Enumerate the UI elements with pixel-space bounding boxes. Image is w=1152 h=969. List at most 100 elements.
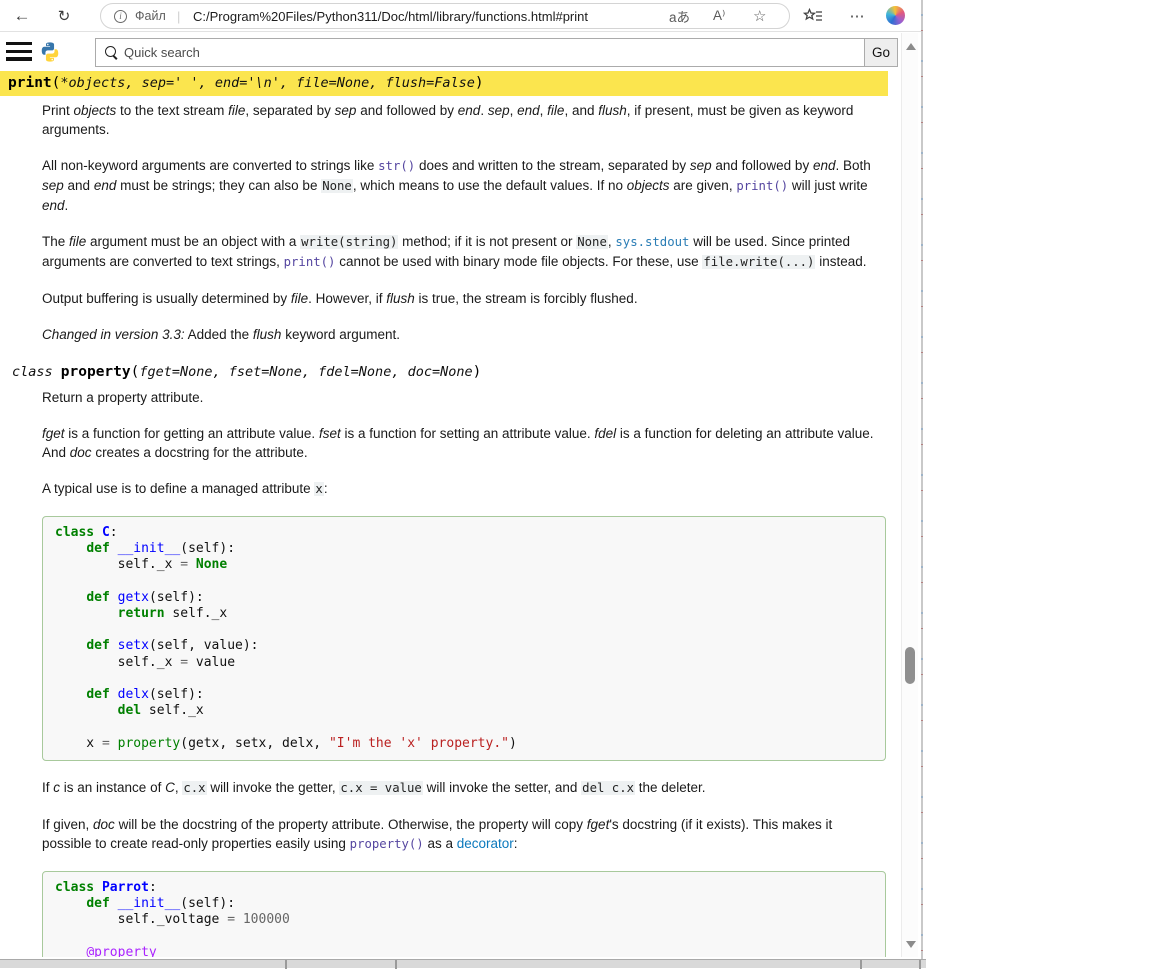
text-run: c.x = value [339, 781, 422, 795]
text-run: and followed by [712, 158, 813, 173]
doc-content: print(*objects, sep=' ', end='\n', file=… [0, 71, 901, 957]
scrollbar-thumb[interactable] [905, 647, 915, 684]
code-line [55, 622, 873, 638]
scrollbar-down-icon[interactable] [906, 941, 916, 948]
text-run: = [102, 736, 110, 751]
text-run: setx [118, 638, 149, 653]
address-bar[interactable]: i Файл | C:/Program%20Files/Python311/Do… [100, 3, 790, 29]
code-line: def __init__(self): [55, 896, 873, 912]
text-run: sep [488, 103, 510, 118]
code-line [55, 574, 873, 590]
text-run: c [53, 780, 60, 795]
text-run: class [12, 364, 61, 380]
page-info-icon[interactable]: i [114, 4, 127, 28]
menu-icon[interactable] [6, 42, 32, 62]
text-run [235, 912, 243, 927]
property-paragraph-5: If given, doc will be the docstring of t… [42, 815, 885, 854]
code-line: self._voltage = 100000 [55, 912, 873, 928]
favorites-star-lines-icon [803, 8, 823, 24]
text-run: . However, if [308, 291, 386, 306]
text-run: flush [386, 291, 415, 306]
text-run [55, 638, 86, 653]
favorite-star-icon[interactable]: ☆ [753, 4, 766, 28]
text-run: fset [319, 426, 341, 441]
text-run: , and [564, 103, 598, 118]
text-run: (self): [180, 896, 235, 911]
property-paragraph-2: fget is a function for getting an attrib… [42, 424, 885, 462]
code-line [55, 928, 873, 944]
text-run: def [86, 638, 109, 653]
page-scrollbar[interactable] [901, 33, 918, 957]
text-run: will invoke the setter, and [423, 780, 581, 795]
text-run: flush [598, 103, 627, 118]
text-run: 100000 [243, 912, 290, 927]
text-run: . Both [835, 158, 870, 173]
text-run [94, 525, 102, 540]
text-run: file [69, 234, 86, 249]
print-signature: print(*objects, sep=' ', end='\n', file=… [0, 71, 888, 96]
text-run [55, 687, 86, 702]
go-button[interactable]: Go [864, 39, 897, 66]
text-run: Output buffering is usually determined b… [42, 291, 291, 306]
property-paragraph-4: If c is an instance of C, c.x will invok… [42, 778, 885, 798]
more-options-icon[interactable]: ⋯ [843, 0, 871, 32]
text-run: All non-keyword arguments are converted … [42, 158, 378, 173]
text-run: sep [42, 178, 64, 193]
text-run [110, 896, 118, 911]
text-run: end [94, 178, 117, 193]
text-run: self._voltage [55, 912, 227, 927]
text-run: ) [509, 736, 517, 751]
translate-icon[interactable]: аあ [669, 4, 690, 28]
code-link[interactable]: print() [284, 255, 336, 269]
text-run: sep [690, 158, 712, 173]
url-text[interactable]: C:/Program%20Files/Python311/Doc/html/li… [193, 4, 588, 28]
favorites-bar-icon[interactable] [798, 0, 828, 32]
text-run: file.write(...) [702, 255, 815, 269]
text-run: The [42, 234, 69, 249]
text-run: is a function for getting an attribute v… [65, 426, 319, 441]
text-run: None [576, 235, 608, 249]
text-run: A typical use is to define a managed att… [42, 481, 314, 496]
python-logo-icon[interactable] [39, 41, 61, 63]
text-run: delx [118, 687, 149, 702]
text-run: fdel [594, 426, 616, 441]
text-run: property [61, 364, 131, 380]
text-run: Return a property attribute. [42, 390, 203, 405]
code-line: @property [55, 945, 873, 957]
text-run: return [118, 606, 165, 621]
text-run: C [102, 525, 110, 540]
scrollbar-up-icon[interactable] [906, 43, 916, 50]
protocol-label: Файл [135, 4, 166, 28]
text-run: fget [587, 817, 610, 832]
text-run: print [8, 75, 52, 91]
text-run: = [227, 912, 235, 927]
back-icon[interactable]: ← [8, 0, 36, 32]
code-link[interactable]: property() [350, 837, 424, 851]
search-input[interactable] [124, 39, 844, 66]
refresh-icon[interactable]: ↻ [50, 0, 78, 32]
text-link[interactable]: decorator [457, 836, 514, 851]
text-run: def [86, 590, 109, 605]
text-run: ) [475, 75, 484, 91]
text-run: instead. [815, 254, 866, 269]
text-run: __init__ [118, 896, 181, 911]
code-line [55, 671, 873, 687]
text-run [110, 590, 118, 605]
text-run: self._x [141, 703, 204, 718]
print-paragraph-4: Output buffering is usually determined b… [42, 289, 885, 308]
code-link[interactable]: str() [378, 159, 415, 173]
code-line: class Parrot: [55, 880, 873, 896]
text-run: the deleter. [635, 780, 706, 795]
browser-window: ← ↻ i Файл | C:/Program%20Files/Python31… [0, 0, 922, 960]
code-link[interactable]: sys.stdout [615, 235, 689, 249]
text-run: creates a docstring for the attribute. [92, 445, 308, 460]
print-paragraph-3: The file argument must be an object with… [42, 232, 885, 272]
copilot-icon[interactable] [886, 6, 905, 25]
text-run [55, 896, 86, 911]
text-run: getx [118, 590, 149, 605]
text-run: end [517, 103, 540, 118]
read-aloud-icon[interactable]: A⁾ [713, 4, 725, 28]
code-link[interactable]: print() [736, 179, 788, 193]
text-run: objects [627, 178, 670, 193]
text-run: self._x [165, 606, 228, 621]
